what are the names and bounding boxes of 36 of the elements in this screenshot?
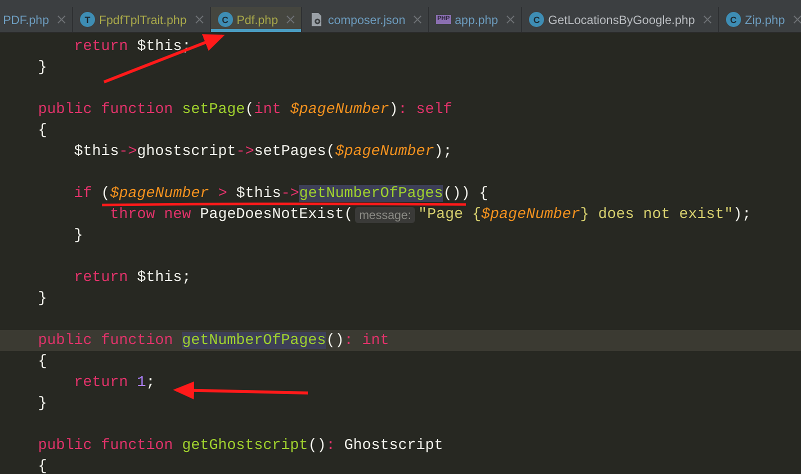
code-line: { bbox=[38, 122, 48, 138]
code-line: return 1; bbox=[73, 374, 156, 390]
code-line: } bbox=[38, 290, 48, 306]
editor-tab[interactable]: composer.json bbox=[302, 7, 430, 32]
editor-tab[interactable]: C Zip.php bbox=[718, 7, 801, 32]
code-line: if ($pageNumber > $this->getNumberOfPages()) { bbox=[73, 186, 488, 202]
class-file-icon: C bbox=[529, 12, 544, 27]
editor-tab[interactable]: PDF.php bbox=[0, 7, 74, 32]
file-icon bbox=[309, 12, 324, 27]
code-line: return $this; bbox=[73, 38, 192, 54]
parameter-hint: message: bbox=[355, 206, 416, 222]
close-icon[interactable] bbox=[506, 15, 516, 24]
close-icon[interactable] bbox=[413, 15, 422, 24]
code-line: public function getGhostscript(): Ghostscript bbox=[38, 438, 444, 454]
close-icon[interactable] bbox=[792, 15, 801, 24]
close-icon[interactable] bbox=[194, 15, 204, 24]
code-line: $this->ghostscript->setPages($pageNumber); bbox=[73, 144, 452, 160]
code-line: } bbox=[73, 228, 84, 244]
editor-tab[interactable]: C GetLocationsByGoogle.php bbox=[522, 7, 719, 32]
code-line: { bbox=[38, 354, 48, 370]
code-line: return $this; bbox=[73, 270, 192, 286]
editor-tab[interactable]: T FpdfTplTrait.php bbox=[73, 7, 211, 32]
code-line: public function getNumberOfPages(): int bbox=[38, 332, 390, 348]
code-line: public function setPage(int $pageNumber): self bbox=[38, 102, 452, 118]
code-line: } bbox=[38, 396, 48, 412]
close-icon[interactable] bbox=[702, 15, 712, 24]
code-line: "Page {$pageNumber} does not exist"); bbox=[418, 206, 752, 222]
class-file-icon: C bbox=[726, 12, 741, 27]
class-file-icon: C bbox=[218, 12, 233, 27]
code-line: throw new PageDoesNotExist( bbox=[109, 206, 354, 222]
code-line: { bbox=[38, 458, 48, 474]
code-line: } bbox=[38, 60, 48, 76]
close-icon[interactable] bbox=[286, 15, 295, 24]
editor-tab[interactable]: C Pdf.php bbox=[210, 7, 302, 32]
close-icon[interactable] bbox=[57, 15, 66, 24]
class-file-icon: T bbox=[80, 12, 96, 27]
